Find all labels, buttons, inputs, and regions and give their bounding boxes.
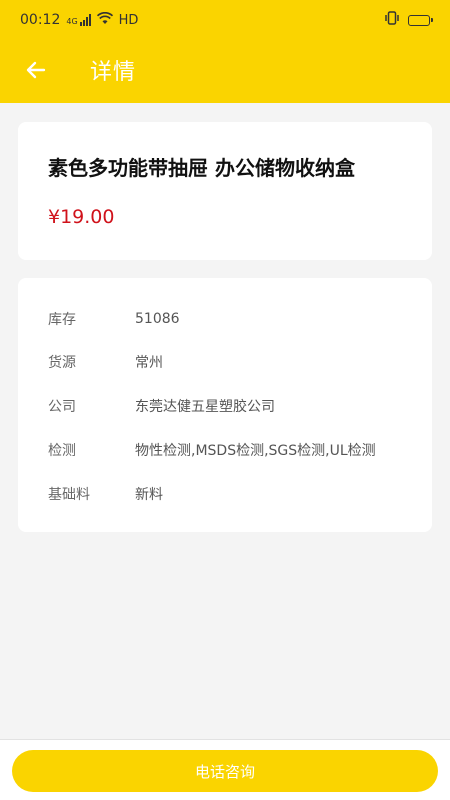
status-time: 00:12 (20, 12, 61, 28)
hd-indicator: HD (118, 12, 139, 28)
info-row-source: 货源 常州 (48, 352, 163, 372)
info-value: 东莞达健五星塑胶公司 (135, 399, 275, 415)
product-price: ¥19.00 (48, 206, 115, 228)
signal-icon: 4G (66, 14, 91, 26)
wifi-icon (96, 11, 113, 29)
product-name: 素色多功能带抽屉 办公储物收纳盒 (48, 156, 355, 180)
navigation-bar: 详情 (0, 40, 450, 100)
bottom-action-bar: 电话咨询 (0, 739, 450, 800)
product-info-card: 库存 51086 货源 常州 公司 东莞达健五星塑胶公司 检测 物性检测,MSD… (18, 278, 432, 532)
info-label: 货源 (48, 355, 76, 371)
info-label: 公司 (48, 399, 76, 415)
info-row-stock: 库存 51086 (48, 309, 180, 329)
vibrate-icon (384, 11, 400, 29)
info-value: 51086 (135, 311, 180, 327)
info-row-base-material: 基础料 新料 (48, 484, 163, 504)
page-title: 详情 (90, 60, 137, 85)
back-button[interactable] (20, 54, 52, 86)
battery-icon (408, 14, 433, 26)
info-label: 基础料 (48, 487, 90, 503)
info-row-testing: 检测 物性检测,MSDS检测,SGS检测,UL检测 (48, 440, 376, 460)
status-right (384, 11, 433, 29)
info-value: 新料 (135, 487, 163, 503)
info-value: 物性检测,MSDS检测,SGS检测,UL检测 (135, 443, 376, 459)
status-bar: 00:12 4G HD (0, 0, 450, 40)
network-type: 4G (66, 17, 78, 26)
phone-consult-button[interactable]: 电话咨询 (12, 750, 438, 792)
info-label: 库存 (48, 312, 76, 328)
info-value: 常州 (135, 355, 163, 371)
info-label: 检测 (48, 443, 76, 459)
product-card: 素色多功能带抽屉 办公储物收纳盒 ¥19.00 (18, 122, 432, 260)
info-row-company: 公司 东莞达健五星塑胶公司 (48, 396, 275, 416)
arrow-left-icon (26, 61, 46, 79)
status-left: 00:12 4G HD (20, 11, 139, 29)
app-header: 00:12 4G HD 详情 (0, 0, 450, 103)
